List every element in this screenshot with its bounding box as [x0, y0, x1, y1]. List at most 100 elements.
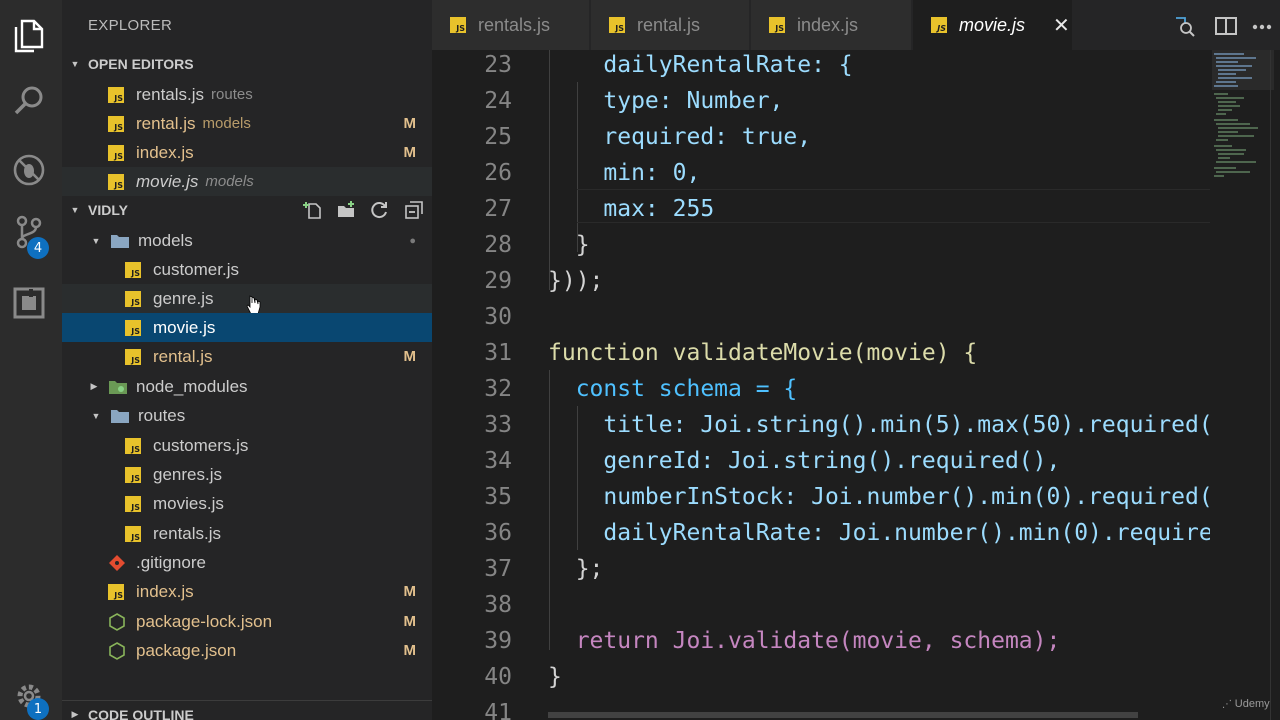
vertical-scrollbar[interactable] — [1270, 50, 1271, 720]
code-line: return Joi.validate(movie, schema); — [548, 628, 1061, 654]
udemy-logo-icon: ⋰ — [1222, 699, 1235, 710]
code-line: min: 0, — [548, 160, 701, 186]
tab-rentals-js[interactable]: JS rentals.js — [432, 0, 590, 50]
code-outline-header[interactable]: ▶ CODE OUTLINE — [62, 700, 432, 720]
json-file-icon — [109, 641, 125, 660]
open-editor-item[interactable]: JS rental.js models M — [62, 109, 432, 138]
chevron-down-icon: ▼ — [91, 235, 101, 246]
tree-file[interactable]: package.json M — [62, 636, 432, 665]
code-line: genreId: Joi.string().required(), — [548, 448, 1061, 474]
js-file-icon: JS — [108, 583, 124, 600]
js-file-icon: JS — [931, 17, 947, 33]
line-number: 29 — [484, 268, 512, 294]
line-number: 35 — [484, 484, 512, 510]
tree-file[interactable]: JS genre.js — [62, 284, 432, 315]
tree-file-selected[interactable]: JS movie.js — [62, 313, 432, 342]
more-actions-icon[interactable] — [1252, 24, 1272, 30]
folder-open-icon — [111, 409, 129, 423]
tab-movie-js[interactable]: JS movie.js ✕ — [913, 0, 1073, 50]
code-line: numberInStock: Joi.number().min(0).requi… — [548, 484, 1210, 510]
tab-index-js[interactable]: JS index.js — [751, 0, 912, 50]
modified-indicator: M — [403, 144, 417, 161]
project-header-vidly[interactable]: ▼ VIDLY — [62, 196, 432, 224]
tree-file[interactable]: package-lock.json M — [62, 607, 432, 636]
tree-file[interactable]: JS index.js M — [62, 577, 432, 606]
editor-tabs: JS rentals.js JS rental.js JS index.js J… — [432, 0, 1280, 50]
new-file-icon[interactable] — [302, 200, 322, 220]
line-number: 32 — [484, 376, 512, 402]
chevron-down-icon: ▼ — [70, 205, 80, 215]
line-number: 36 — [484, 520, 512, 546]
explorer-actions — [302, 196, 424, 224]
code-line: type: Number, — [548, 88, 784, 114]
collapse-all-icon[interactable] — [404, 200, 424, 220]
js-file-icon: JS — [125, 437, 141, 454]
split-editor-icon[interactable] — [1215, 16, 1237, 36]
search-icon[interactable] — [9, 80, 49, 120]
js-file-icon: JS — [108, 173, 124, 190]
line-number: 26 — [484, 160, 512, 186]
code-line: }; — [548, 556, 604, 582]
code-line: title: Joi.string().min(5).max(50).requi… — [548, 412, 1210, 438]
tree-file[interactable]: JS rental.js M — [62, 342, 432, 371]
code-line: max: 255 — [548, 196, 715, 222]
close-icon[interactable]: ✕ — [1053, 13, 1070, 38]
line-number: 24 — [484, 88, 512, 114]
explorer-title: EXPLORER — [88, 17, 173, 34]
js-file-icon: JS — [125, 525, 141, 542]
modified-indicator: M — [403, 348, 417, 365]
code-editor[interactable]: 23 dailyRentalRate: { 24 type: Number, 2… — [432, 50, 1210, 720]
line-number: 40 — [484, 664, 512, 690]
refresh-icon[interactable] — [370, 200, 390, 220]
extensions-icon[interactable] — [9, 283, 49, 323]
line-number: 27 — [484, 196, 512, 222]
line-number: 41 — [484, 700, 512, 720]
modified-indicator: M — [403, 642, 417, 659]
line-number: 23 — [484, 52, 512, 78]
tree-file[interactable]: .gitignore — [62, 548, 432, 577]
chevron-right-icon: ▶ — [71, 709, 79, 719]
tree-file[interactable]: JS genres.js — [62, 460, 432, 489]
tree-file[interactable]: JS customers.js — [62, 431, 432, 460]
line-number: 25 — [484, 124, 512, 150]
js-file-icon: JS — [609, 17, 625, 33]
code-line: } — [548, 232, 590, 258]
tree-file[interactable]: JS rentals.js — [62, 519, 432, 548]
open-editor-item[interactable]: JS rentals.js routes — [62, 80, 432, 109]
explorer-sidebar: EXPLORER ▼ OPEN EDITORS JS rentals.js ro… — [62, 0, 432, 720]
line-number: 33 — [484, 412, 512, 438]
tree-file[interactable]: JS customer.js — [62, 255, 432, 284]
line-number: 38 — [484, 592, 512, 618]
line-number: 31 — [484, 340, 512, 366]
tree-folder-node-modules[interactable]: ▶ node_modules — [62, 372, 432, 401]
modified-dot-indicator: ● — [409, 234, 416, 247]
tree-file[interactable]: JS movies.js — [62, 489, 432, 518]
modified-indicator: M — [403, 115, 417, 132]
tree-folder-routes[interactable]: ▼ routes — [62, 401, 432, 430]
debug-icon[interactable] — [9, 150, 49, 190]
line-number: 34 — [484, 448, 512, 474]
code-line: })); — [548, 268, 604, 294]
js-file-icon: JS — [125, 319, 141, 336]
line-number: 28 — [484, 232, 512, 258]
line-number: 39 — [484, 628, 512, 654]
scm-badge: 4 — [27, 237, 49, 259]
tab-rental-js[interactable]: JS rental.js — [591, 0, 750, 50]
js-file-icon: JS — [125, 466, 141, 483]
code-line: } — [548, 664, 562, 690]
chevron-down-icon: ▼ — [91, 410, 101, 421]
js-file-icon: JS — [108, 115, 124, 132]
open-editor-item-active[interactable]: JS movie.js models — [62, 167, 432, 196]
tree-folder-models[interactable]: ▼ models ● — [62, 226, 432, 255]
js-file-icon: JS — [125, 261, 141, 278]
new-folder-icon[interactable] — [336, 200, 356, 220]
open-editor-item[interactable]: JS index.js M — [62, 138, 432, 167]
line-number: 37 — [484, 556, 512, 582]
horizontal-scrollbar[interactable] — [548, 712, 1138, 718]
open-editors-header[interactable]: ▼ OPEN EDITORS — [62, 50, 432, 78]
modified-indicator: M — [403, 613, 417, 630]
open-changes-icon[interactable] — [1173, 15, 1195, 37]
code-line: required: true, — [548, 124, 812, 150]
explorer-icon[interactable] — [9, 16, 49, 56]
js-file-icon: JS — [125, 290, 141, 307]
